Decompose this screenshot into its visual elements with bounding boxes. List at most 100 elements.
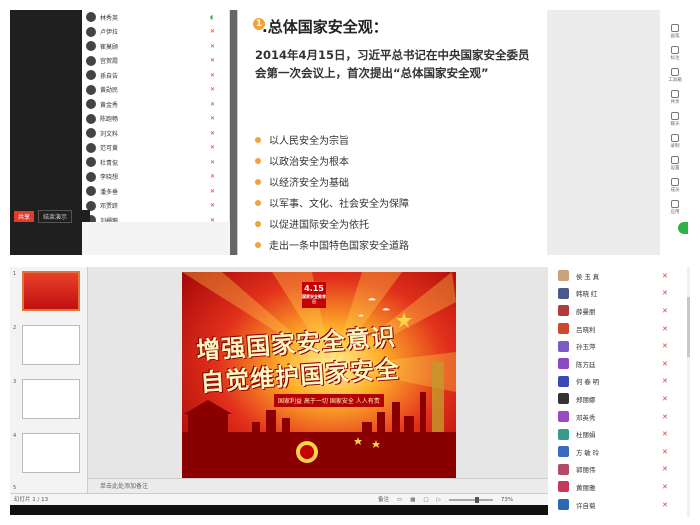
mic-on-icon[interactable]: ◖ xyxy=(210,14,213,21)
member-list-scrollbar[interactable] xyxy=(687,267,690,517)
scrollbar-thumb[interactable] xyxy=(687,297,690,357)
mic-off-icon[interactable]: ✕ xyxy=(662,448,668,456)
member-row[interactable]: 许自菊 ✕ xyxy=(552,496,687,514)
end-presentation-button[interactable]: 结束演示 xyxy=(38,209,73,223)
mic-off-icon[interactable]: ✕ xyxy=(662,501,668,509)
member-name: 杜青侃 xyxy=(100,160,119,167)
tool-button[interactable]: 成员 xyxy=(660,178,690,193)
tool-button[interactable]: 标注 xyxy=(660,46,690,61)
expand-handle[interactable] xyxy=(678,222,688,234)
member-row[interactable]: 卢伊拉 ✕ xyxy=(82,25,229,40)
member-name: 黄金秀 xyxy=(100,102,119,109)
mic-off-icon[interactable]: ✕ xyxy=(210,28,215,35)
mic-off-icon[interactable]: ✕ xyxy=(210,130,215,137)
member-row[interactable]: 杜青侃 ✕ xyxy=(82,155,229,170)
tool-button[interactable]: 应用 xyxy=(660,200,690,215)
member-row[interactable]: 杜丽娟 ✕ xyxy=(552,425,687,443)
zoom-slider-knob[interactable] xyxy=(474,497,479,503)
date-badge-subtext: 国家安全教育日 xyxy=(302,294,326,304)
member-row[interactable]: 邓英秀 ✕ xyxy=(552,408,687,426)
member-row[interactable]: 韩晓 红 ✕ xyxy=(552,285,687,303)
member-row[interactable]: 黄丽雅 ✕ xyxy=(552,478,687,496)
member-row[interactable]: 潘多垂 ✕ xyxy=(82,184,229,199)
mic-off-icon[interactable]: ✕ xyxy=(210,86,215,93)
member-row[interactable]: 宫贺霞 ✕ xyxy=(82,54,229,69)
slide-thumbnail[interactable] xyxy=(22,433,80,473)
tool-label: 标注 xyxy=(670,56,680,61)
member-list: 侯 玉 真 ✕ 韩晓 红 ✕ 薛曼丽 ✕ 吕晓利 ✕ 孙玉萍 ✕ 陈方廷 ✕ 何 春 明 ✕ 郑丽娜 ✕ 邓英秀… xyxy=(552,267,687,517)
member-row[interactable]: 孫自告 ✕ xyxy=(82,68,229,83)
member-row[interactable]: 黄勋民 ✕ xyxy=(82,83,229,98)
mic-off-icon[interactable]: ✕ xyxy=(210,115,215,122)
mic-off-icon[interactable]: ✕ xyxy=(210,159,215,166)
member-row[interactable]: 陈方廷 ✕ xyxy=(552,355,687,373)
member-row[interactable]: 崔莫顾 ✕ xyxy=(82,39,229,54)
member-row[interactable]: 李晓想 ✕ xyxy=(82,170,229,185)
mic-off-icon[interactable]: ✕ xyxy=(210,43,215,50)
meeting-controls: 共享 结束演示 xyxy=(10,209,90,223)
thumb-number: 2 xyxy=(13,325,17,331)
member-row[interactable]: 侯 玉 真 ✕ xyxy=(552,267,687,285)
member-row[interactable]: 范可黄 ✕ xyxy=(82,141,229,156)
avatar xyxy=(558,481,569,493)
tool-label: 录制 xyxy=(670,144,680,149)
poster-slide: 4.15 国家安全教育日 增强国家安全意识 自觉维护国家安全 国家利益 高于一切 … xyxy=(182,272,456,478)
avatar xyxy=(558,305,569,317)
member-name: 薛曼丽 xyxy=(576,308,596,316)
tool-button[interactable]: 聊天 xyxy=(660,112,690,127)
mic-off-icon[interactable]: ✕ xyxy=(662,325,668,333)
member-name: 刘文料 xyxy=(100,131,119,138)
mic-off-icon[interactable]: ✕ xyxy=(662,465,668,473)
tool-button[interactable]: 画笔 xyxy=(660,24,690,39)
mic-off-icon[interactable]: ✕ xyxy=(662,289,668,297)
slide-thumbnail[interactable] xyxy=(22,271,80,311)
bullet-dot-icon xyxy=(255,241,261,248)
slide-thumbnail[interactable] xyxy=(22,325,80,365)
member-row[interactable]: 郑丽娜 ✕ xyxy=(552,390,687,408)
mic-off-icon[interactable]: ✕ xyxy=(210,202,215,209)
mic-off-icon[interactable]: ✕ xyxy=(210,144,215,151)
member-row[interactable]: 刘文料 ✕ xyxy=(82,126,229,141)
mic-off-icon[interactable]: ✕ xyxy=(210,188,215,195)
bullet-item: 以军事、文化、社会安全为保障 xyxy=(255,195,409,210)
member-row[interactable]: 孙玉萍 ✕ xyxy=(552,337,687,355)
member-row[interactable]: 方 敏 玲 ✕ xyxy=(552,443,687,461)
tool-button[interactable]: 工具箱 xyxy=(660,68,690,83)
mic-off-icon[interactable]: ✕ xyxy=(210,173,215,180)
slide-thumbnail[interactable] xyxy=(22,379,80,419)
mic-off-icon[interactable]: ✕ xyxy=(662,360,668,368)
tool-button[interactable]: 录制 xyxy=(660,134,690,149)
avatar xyxy=(86,84,96,95)
member-row[interactable]: 林秀英 ◖ xyxy=(82,10,229,25)
tool-button[interactable]: 设置 xyxy=(660,156,690,171)
notes-input[interactable]: 单击此处添加备注 xyxy=(88,478,548,493)
mic-off-icon[interactable]: ✕ xyxy=(210,57,215,64)
mic-off-icon[interactable]: ✕ xyxy=(210,72,215,79)
member-row[interactable]: 何 春 明 ✕ xyxy=(552,373,687,391)
avatar xyxy=(558,411,569,423)
member-name: 郑丽娜 xyxy=(576,396,596,404)
avatar xyxy=(558,499,569,511)
mic-off-icon[interactable]: ✕ xyxy=(662,483,668,491)
tool-button[interactable]: 共享 xyxy=(660,90,690,105)
mic-off-icon[interactable]: ✕ xyxy=(662,377,668,385)
member-row[interactable]: 黄金秀 ✕ xyxy=(82,97,229,112)
member-row[interactable]: 陈跑畅 ✕ xyxy=(82,112,229,127)
mic-off-icon[interactable]: ✕ xyxy=(662,342,668,350)
mic-off-icon[interactable]: ✕ xyxy=(210,101,215,108)
mic-off-icon[interactable]: ✕ xyxy=(662,413,668,421)
mic-off-icon[interactable]: ✕ xyxy=(662,272,668,280)
member-row[interactable]: 邓贾跻 ✕ xyxy=(82,199,229,214)
mic-off-icon[interactable]: ✕ xyxy=(662,395,668,403)
bullet-dot-icon xyxy=(255,220,261,227)
member-row[interactable]: 吕晓利 ✕ xyxy=(552,320,687,338)
mic-off-icon[interactable]: ✕ xyxy=(662,307,668,315)
mic-off-icon[interactable]: ✕ xyxy=(662,430,668,438)
tool-icon xyxy=(671,178,679,186)
zoom-slider[interactable] xyxy=(448,497,493,503)
bullet-text: 以促进国际安全为依托 xyxy=(269,220,369,231)
share-button[interactable]: 共享 xyxy=(14,210,35,222)
member-row[interactable]: 薛曼丽 ✕ xyxy=(552,302,687,320)
member-row[interactable]: 郭丽伟 ✕ xyxy=(552,461,687,479)
collage: 林秀英 ◖ 卢伊拉 ✕ 崔莫顾 ✕ 宫贺霞 ✕ 孫自告 ✕ 黄勋民 ✕ 黄金秀 ✕ 陈跑畅 ✕ 刘文料 ✕ 范可黄 ✕… xyxy=(0,0,700,525)
